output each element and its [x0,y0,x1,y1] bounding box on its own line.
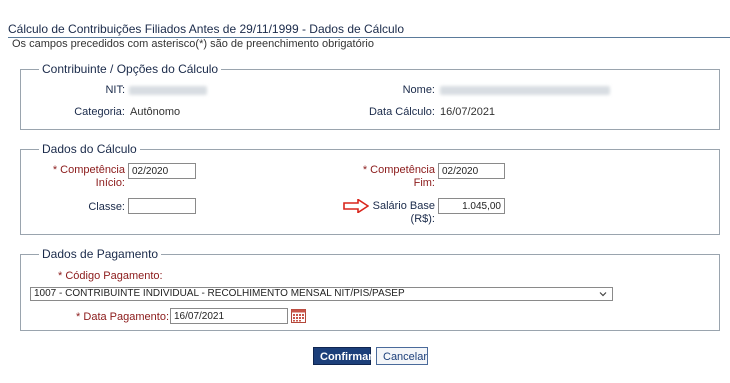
competencia-inicio-input[interactable] [128,163,196,179]
categoria-label: Categoria: [74,106,125,118]
salario-base-input[interactable] [438,198,505,214]
competencia-inicio-label: * Competência Início: [53,164,125,190]
nome-label: Nome: [402,84,435,96]
required-fields-note: Os campos precedidos com asterisco(*) sã… [12,38,374,50]
salario-base-label: Salário Base (R$): [373,200,435,226]
competencia-fim-label-line1: * Competência [362,164,435,176]
data-calculo-value: 16/07/2021 [440,106,496,118]
competencia-inicio-label-line2: Início: [95,177,125,189]
codigo-pagamento-select[interactable]: 1007 - CONTRIBUINTE INDIVIDUAL - RECOLHI… [30,287,613,301]
salario-base-label-line1: Salário Base [372,200,435,212]
competencia-fim-label: * Competência Fim: [363,164,435,190]
pagamento-legend: Dados de Pagamento [39,247,162,261]
arrow-right-icon [343,199,369,213]
classe-input[interactable] [128,198,196,214]
competencia-fim-label-line2: Fim: [413,177,435,189]
classe-label: Classe: [88,201,125,213]
codigo-pagamento-selected: 1007 - CONTRIBUINTE INDIVIDUAL - RECOLHI… [34,288,405,299]
competencia-fim-input[interactable] [438,163,505,179]
data-calculo-label: Data Cálculo: [368,106,435,118]
salario-base-label-line2: (R$): [410,213,435,225]
nit-label: NIT: [105,84,125,96]
categoria-value: Autônomo [130,106,181,118]
calendar-icon[interactable] [291,309,306,323]
contribuinte-fieldset: Contribuinte / Opções do Cálculo [20,62,720,130]
cancel-button[interactable]: Cancelar [376,347,428,365]
competencia-inicio-label-line1: * Competência [52,164,125,176]
codigo-pagamento-label: * Código Pagamento: [58,270,163,282]
calculo-fieldset: Dados do Cálculo [20,142,720,235]
page-title: Cálculo de Contribuições Filiados Antes … [8,22,405,36]
contribuinte-legend: Contribuinte / Opções do Cálculo [39,62,222,76]
nome-value-redacted [440,86,610,95]
calculo-legend: Dados do Cálculo [39,142,140,156]
confirm-button[interactable]: Confirmar [313,347,373,365]
nit-value-redacted [129,86,207,95]
data-pagamento-label: * Data Pagamento: [76,311,169,323]
chevron-down-icon [599,292,607,297]
data-pagamento-input[interactable] [170,308,288,324]
